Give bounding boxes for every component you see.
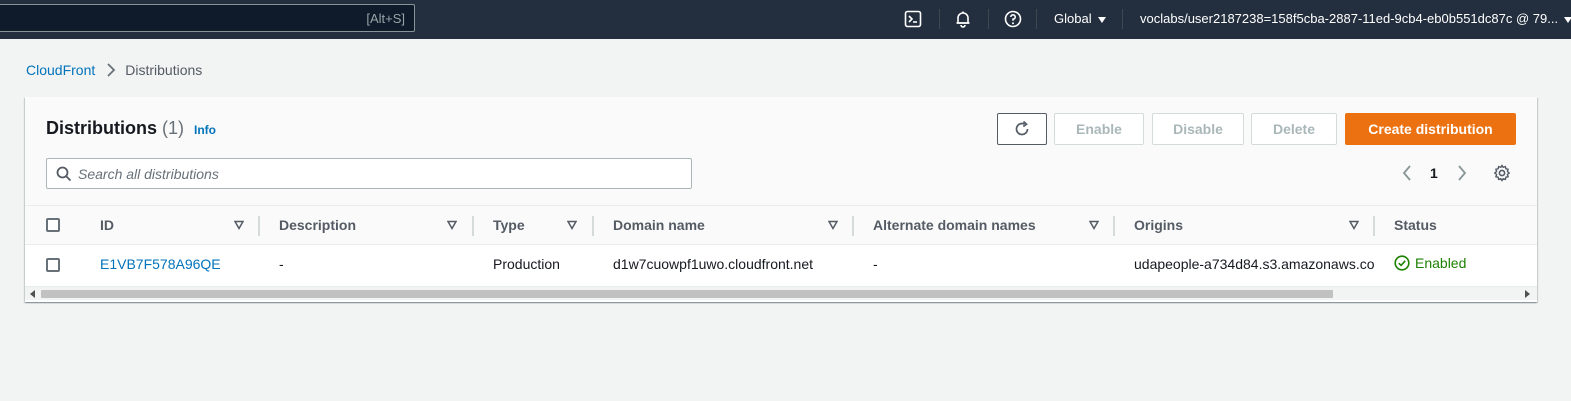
terminal-icon[interactable] [903, 9, 923, 29]
column-header-type[interactable]: Type [493, 206, 525, 244]
sort-icon[interactable] [234, 220, 244, 230]
page-number[interactable]: 1 [1430, 165, 1438, 181]
sort-icon[interactable] [447, 220, 457, 230]
column-header-id[interactable]: ID [100, 206, 114, 244]
caret-down-icon [1564, 16, 1571, 23]
previous-page-icon[interactable] [1401, 161, 1413, 185]
region-selector[interactable]: Global [1054, 11, 1106, 26]
help-icon[interactable] [1003, 9, 1023, 29]
cell-alternate-domain-names: - [873, 256, 878, 272]
cell-domain-name: d1w7cuowpf1uwo.cloudfront.net [613, 256, 814, 272]
column-divider[interactable] [1113, 216, 1115, 236]
search-input[interactable]: Search all distributions [46, 158, 692, 189]
panel-header: Distributions (1) Info Enable Disable De… [25, 97, 1537, 205]
refresh-button[interactable] [997, 113, 1047, 145]
column-header-domain-name[interactable]: Domain name [613, 206, 705, 244]
cell-description: - [279, 256, 284, 272]
search-icon [56, 166, 72, 187]
column-divider[interactable] [472, 216, 474, 236]
table-header: ID Description Type Domain name Alternat… [25, 205, 1537, 245]
status-text: Enabled [1415, 255, 1467, 271]
info-link[interactable]: Info [194, 123, 216, 137]
nav-separator [1122, 9, 1123, 29]
nav-separator [939, 9, 940, 29]
breadcrumb-cloudfront[interactable]: CloudFront [26, 62, 95, 78]
global-search-input[interactable]: [Alt+S] [0, 4, 415, 32]
table-row[interactable]: E1VB7F578A96QE - Production d1w7cuowpf1u… [25, 245, 1537, 285]
column-divider[interactable] [592, 216, 594, 236]
column-divider[interactable] [1373, 216, 1375, 236]
page-title: Distributions (1) [46, 118, 184, 139]
refresh-icon [1015, 120, 1029, 136]
account-menu[interactable]: voclabs/user2187238=158f5cba-2887-11ed-9… [1140, 11, 1571, 26]
status-badge: Enabled [1394, 255, 1466, 271]
sort-icon[interactable] [567, 220, 577, 230]
distribution-count: (1) [162, 118, 185, 138]
row-checkbox[interactable] [46, 258, 60, 272]
region-label: Global [1054, 11, 1092, 26]
scroll-left-icon[interactable] [30, 290, 35, 298]
nav-separator [988, 9, 989, 29]
breadcrumb: CloudFront Distributions [26, 62, 202, 78]
scrollbar-thumb[interactable] [41, 290, 1333, 298]
disable-button[interactable]: Disable [1152, 113, 1244, 145]
column-divider[interactable] [852, 216, 854, 236]
account-label: voclabs/user2187238=158f5cba-2887-11ed-9… [1140, 11, 1559, 26]
column-header-origins[interactable]: Origins [1134, 206, 1183, 244]
column-header-status[interactable]: Status [1394, 206, 1437, 244]
check-circle-icon [1394, 255, 1410, 271]
caret-down-icon [1097, 16, 1106, 23]
delete-button[interactable]: Delete [1251, 113, 1337, 145]
top-navigation: [Alt+S] Global voclabs/user2187238=158f5… [0, 0, 1571, 39]
search-shortcut-hint: [Alt+S] [366, 11, 405, 26]
cell-origins: udapeople-a734d84.s3.amazonaws.com [1134, 256, 1375, 272]
column-header-alternate-domain-names[interactable]: Alternate domain names [873, 206, 1036, 244]
search-placeholder: Search all distributions [78, 166, 219, 182]
distribution-id-link[interactable]: E1VB7F578A96QE [100, 256, 221, 272]
select-all-checkbox[interactable] [46, 218, 60, 232]
gear-icon[interactable] [1493, 161, 1511, 185]
cell-type: Production [493, 256, 560, 272]
scroll-right-icon[interactable] [1525, 290, 1530, 298]
breadcrumb-distributions: Distributions [125, 62, 203, 78]
horizontal-scrollbar[interactable] [25, 286, 1537, 300]
chevron-right-icon [106, 63, 116, 77]
title-text: Distributions [46, 118, 157, 138]
sort-icon[interactable] [1349, 220, 1359, 230]
create-distribution-button[interactable]: Create distribution [1345, 113, 1516, 145]
sort-icon[interactable] [1089, 220, 1099, 230]
column-header-description[interactable]: Description [279, 206, 356, 244]
next-page-icon[interactable] [1456, 161, 1468, 185]
nav-separator [1036, 9, 1037, 29]
bell-icon[interactable] [953, 9, 973, 29]
sort-icon[interactable] [828, 220, 838, 230]
distributions-panel: Distributions (1) Info Enable Disable De… [25, 97, 1537, 302]
column-divider[interactable] [258, 216, 260, 236]
enable-button[interactable]: Enable [1054, 113, 1144, 145]
